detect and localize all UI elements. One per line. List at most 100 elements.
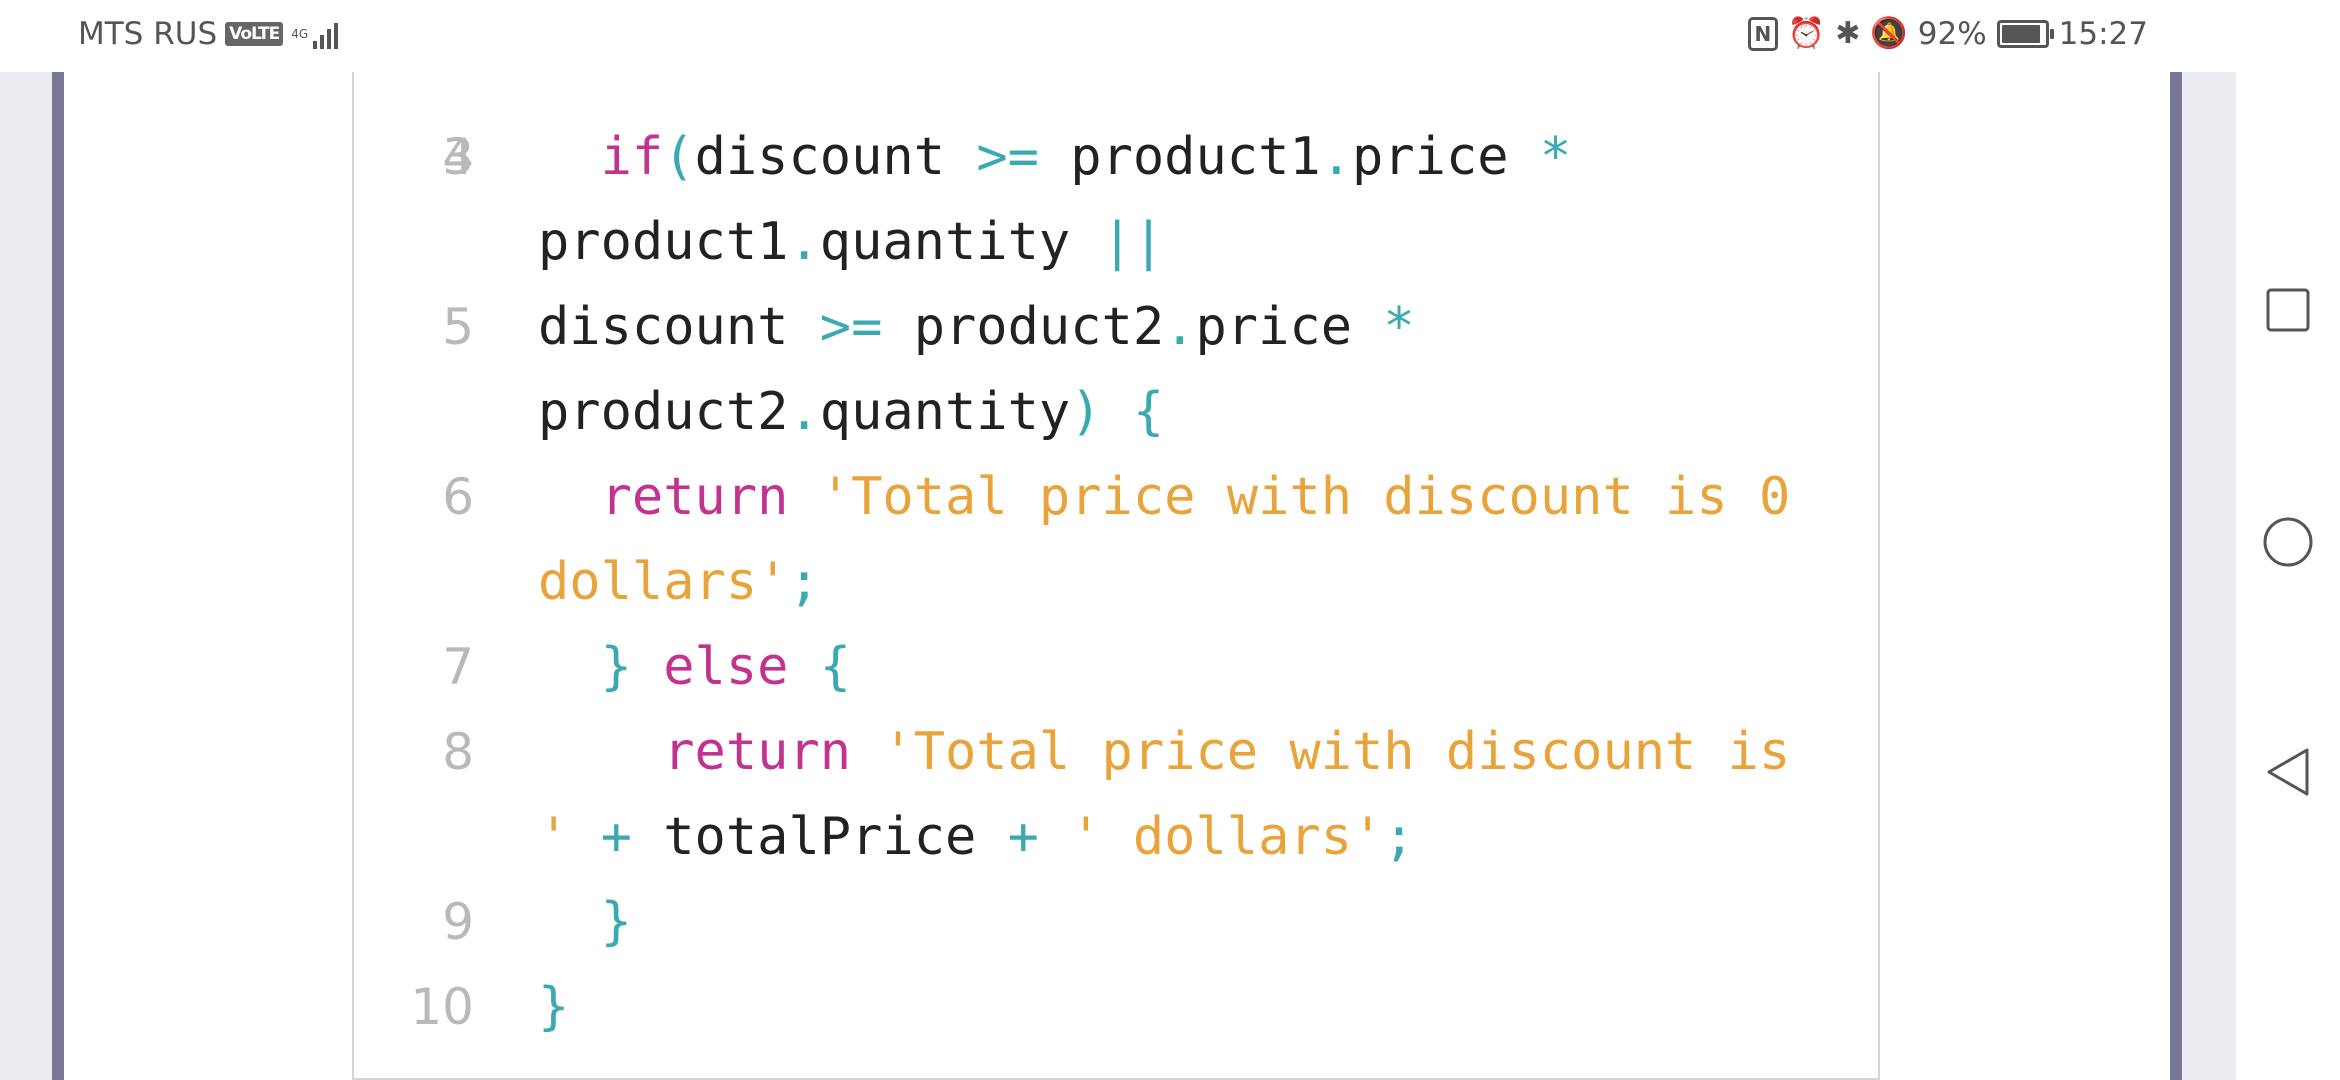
code-line: ' + totalPrice + ' dollars'; [354, 795, 1878, 880]
code-line: 4 if(discount >= product1.price * [354, 115, 1878, 200]
code-text: product2.quantity) { [538, 370, 1164, 455]
code-line: dollars'; [354, 540, 1878, 625]
code-token: ( [663, 127, 695, 187]
code-token: . [1164, 297, 1196, 357]
code-token: 'Total price with discount is [882, 722, 1791, 782]
navigation-bar [2236, 0, 2340, 1080]
network-type: 4G [291, 27, 309, 41]
code-token: ' [538, 807, 570, 867]
code-token: { [819, 637, 852, 697]
clock: 15:27 [2058, 16, 2148, 52]
back-button[interactable] [2262, 746, 2314, 798]
code-token: * [1539, 127, 1572, 187]
code-text: ' + totalPrice + ' dollars'; [538, 795, 1415, 880]
code-token: dollars' [538, 552, 789, 612]
code-token: product2 [882, 297, 1165, 357]
code-token: . [788, 212, 820, 272]
line-number: 4 [442, 128, 474, 186]
code-text: product1.quantity || [538, 200, 1164, 285]
page-content[interactable]: 3 4 if(discount >= product1.price * produ… [0, 72, 2236, 1080]
code-line: 10} [354, 965, 1878, 1050]
code-token: else [663, 637, 789, 697]
status-left: MTS RUS VoLTE 4G [78, 16, 339, 52]
code-token: } [600, 892, 632, 952]
status-bar: MTS RUS VoLTE 4G N ⏰ ✱ 🔕 92% 15:27 [0, 0, 2236, 72]
code-token: { [1132, 382, 1165, 442]
code-line: 8 return 'Total price with discount is [354, 710, 1878, 795]
battery-percent: 92% [1917, 16, 1987, 52]
code-token: . [788, 382, 820, 442]
line-number: 10 [410, 978, 474, 1036]
line-number: 6 [442, 468, 474, 526]
signal-icon: 4G [291, 19, 339, 49]
code-token: product1 [538, 212, 789, 272]
status-right: N ⏰ ✱ 🔕 92% 15:27 [1747, 16, 2148, 52]
code-token: || [1101, 212, 1165, 272]
code-token: price [1352, 127, 1540, 187]
code-line: product2.quantity) { [354, 370, 1878, 455]
code-token: discount [694, 127, 977, 187]
triangle-back-icon [2267, 748, 2309, 796]
code-token: product1 [1038, 127, 1321, 187]
volte-badge: VoLTE [225, 22, 284, 46]
code-token: return [600, 467, 789, 527]
line-number: 7 [442, 638, 474, 696]
code-token: return [663, 722, 852, 782]
code-text: } [538, 965, 569, 1050]
home-button[interactable] [2262, 516, 2314, 568]
code-text: discount >= product2.price * [538, 285, 1415, 370]
alarm-icon: ⏰ [1787, 16, 1826, 51]
code-line: 9 } [354, 880, 1878, 965]
circle-icon [2263, 517, 2313, 567]
code-token: price [1195, 297, 1384, 357]
code-token: if [600, 127, 664, 187]
line-number: 9 [442, 893, 474, 951]
code-token: ' dollars' [1070, 807, 1384, 867]
code-line: product1.quantity || [354, 200, 1878, 285]
code-token: * [1383, 297, 1415, 357]
code-token: totalPrice [631, 807, 1008, 867]
code-token: . [1320, 127, 1353, 187]
code-token: + [1007, 807, 1039, 867]
recents-button[interactable] [2262, 284, 2314, 336]
code-line-partial: 3 [354, 72, 1878, 186]
code-text: if(discount >= product1.price * [538, 115, 1572, 200]
code-text: return 'Total price with discount is 0 [538, 455, 1791, 540]
code-token: quantity [819, 382, 1071, 442]
code-token: ; [1383, 807, 1415, 867]
line-number: 5 [442, 298, 474, 356]
code-token: discount [538, 297, 820, 357]
code-block[interactable]: 3 4 if(discount >= product1.price * produ… [352, 72, 1880, 1080]
code-token: ; [788, 552, 820, 612]
nfc-icon: N [1747, 17, 1778, 51]
code-token: product2 [538, 382, 789, 442]
code-text: dollars'; [538, 540, 820, 625]
code-text: } [538, 880, 632, 965]
code-line: 7 } else { [354, 625, 1878, 710]
line-number: 8 [442, 723, 474, 781]
code-token: quantity [819, 212, 1102, 272]
code-line: 6 return 'Total price with discount is 0 [354, 455, 1878, 540]
frame-left-border [52, 72, 64, 1080]
bluetooth-icon: ✱ [1835, 16, 1861, 51]
code-token: } [600, 637, 632, 697]
frame-right-border [2170, 72, 2182, 1080]
battery-icon [1996, 20, 2054, 48]
code-text: } else { [538, 625, 851, 710]
code-line: 5 discount >= product2.price * [354, 285, 1878, 370]
code-token: 'Total price with discount is 0 [819, 467, 1791, 527]
code-token: + [600, 807, 632, 867]
code-text: return 'Total price with discount is [538, 710, 1790, 795]
